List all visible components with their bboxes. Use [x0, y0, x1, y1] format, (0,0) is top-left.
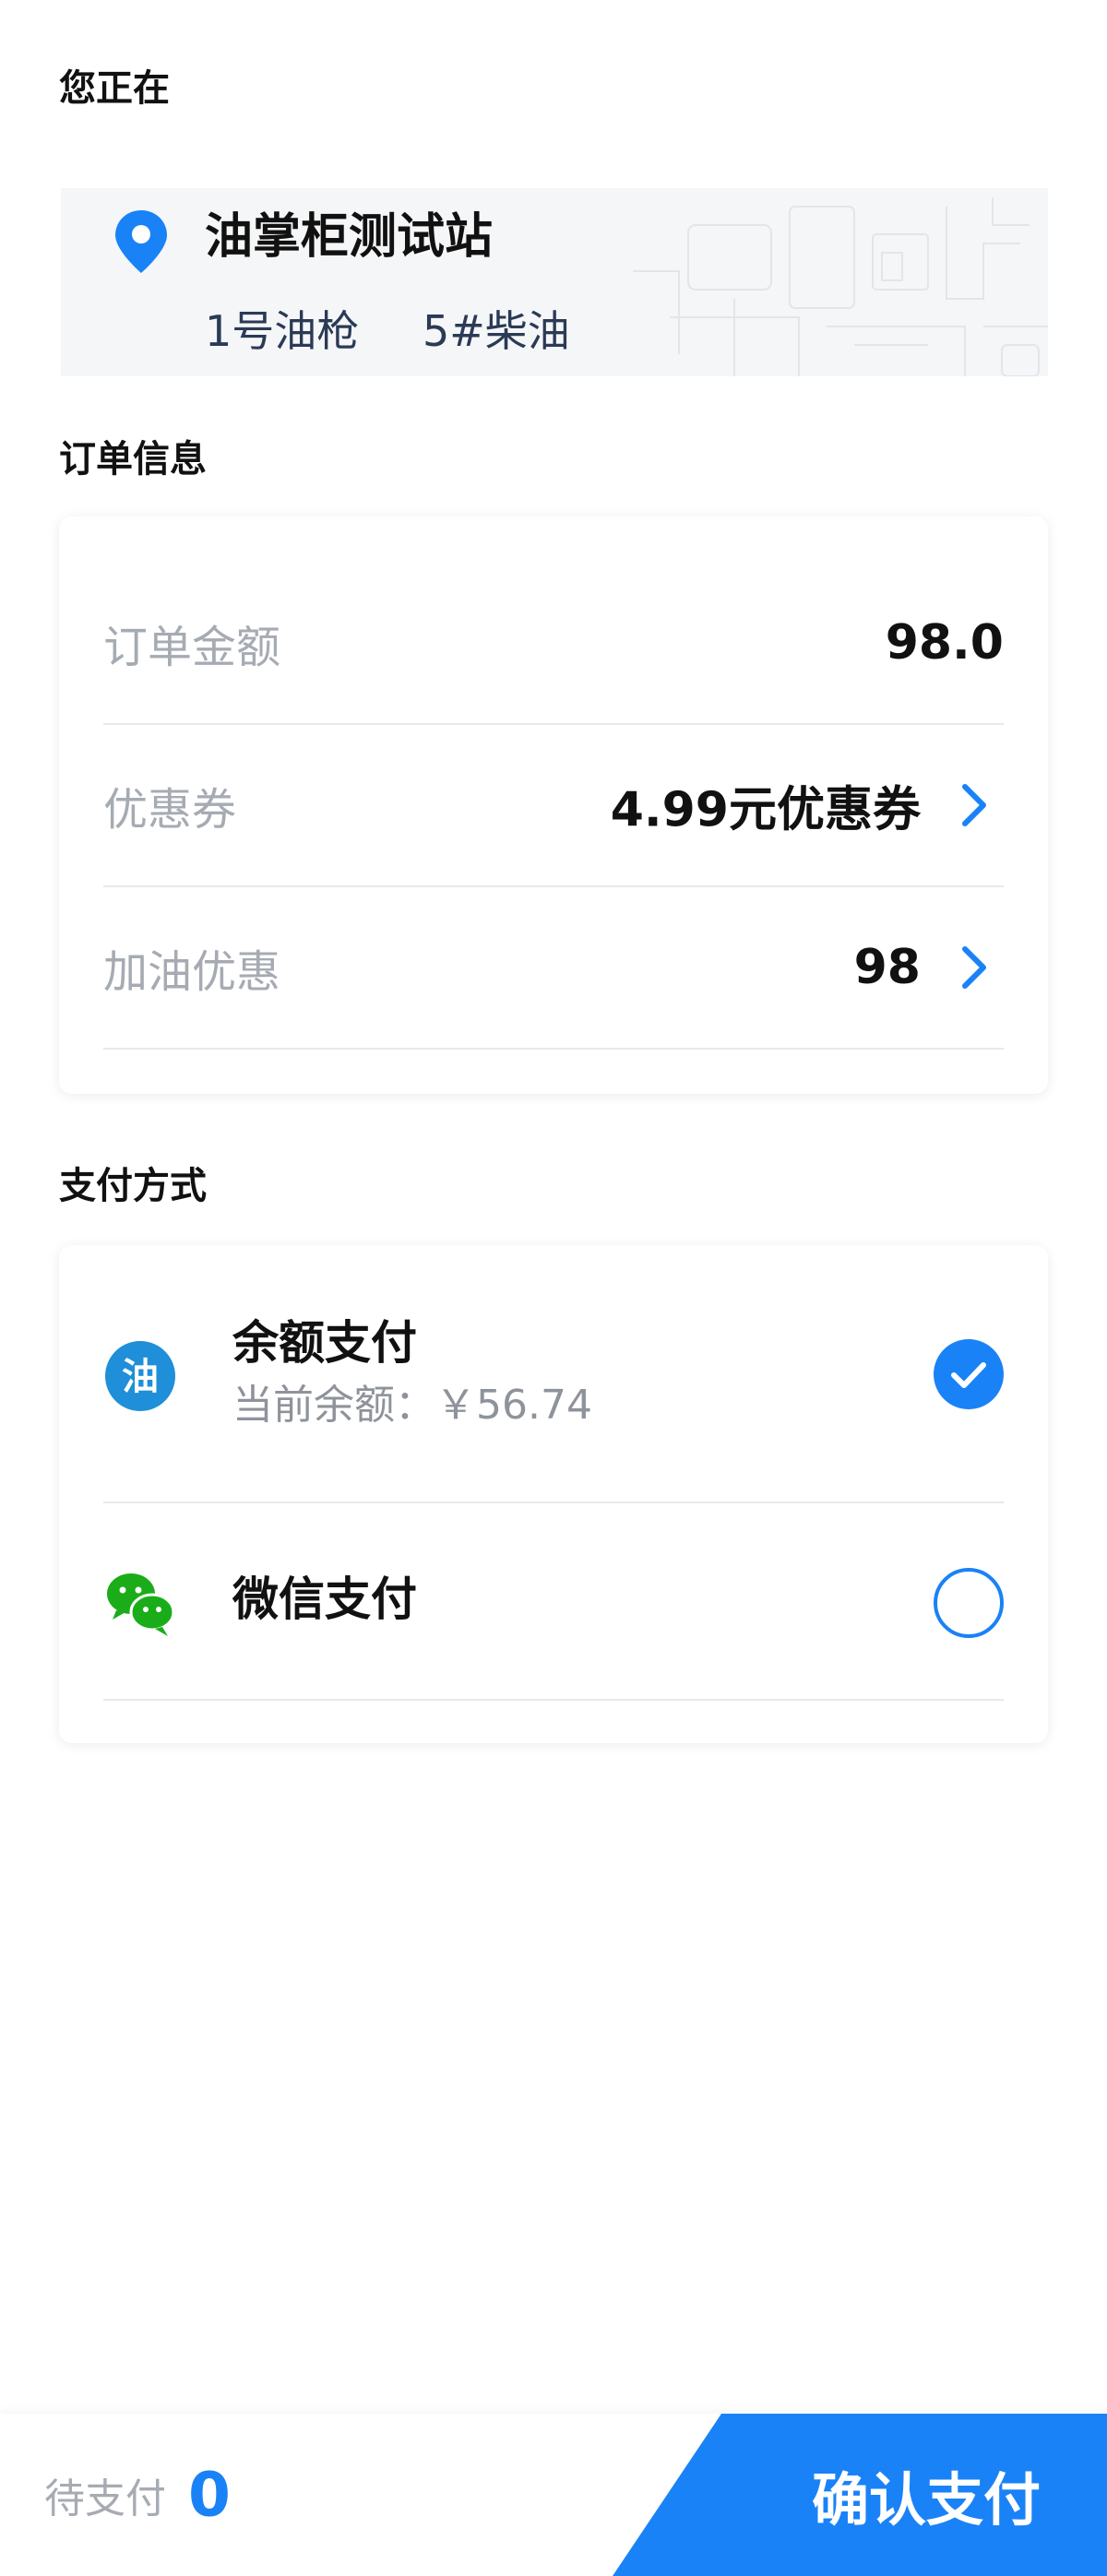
- wechat-icon: [107, 1573, 175, 1636]
- order-info-card: 订单金额 98.0 优惠券 4.99元优惠券 加油优惠 98: [59, 516, 1048, 1094]
- payment-section-title: 支付方式: [59, 1165, 207, 1207]
- order-amount-label: 订单金额: [103, 622, 281, 673]
- coupon-label: 优惠券: [103, 784, 237, 836]
- fuel-type: 5#柴油: [423, 306, 570, 356]
- confirm-pay-label: 确认支付: [811, 2469, 1041, 2533]
- balance-pay-radio[interactable]: [934, 1339, 1004, 1409]
- wechat-pay-name: 微信支付: [232, 1573, 417, 1626]
- order-section-title: 订单信息: [59, 438, 207, 481]
- confirm-pay-button[interactable]: 确认支付: [613, 2414, 1107, 2576]
- wechat-pay-radio[interactable]: [934, 1568, 1004, 1638]
- balance-pay-option[interactable]: 油 余额支付 当前余额：￥56.74: [103, 1245, 1004, 1503]
- location-section-title: 您正在: [59, 67, 170, 110]
- order-amount-value: 98.0: [885, 615, 1004, 671]
- order-amount-row: 订单金额 98.0: [103, 563, 1004, 725]
- balance-pay-name: 余额支付: [232, 1316, 417, 1370]
- fuel-discount-row[interactable]: 加油优惠 98: [103, 887, 1004, 1050]
- pending-payment-amount: 0: [188, 2459, 231, 2531]
- checkout-bar: 待支付 0 确认支付: [0, 2414, 1107, 2576]
- fuel-discount-label: 加油优惠: [103, 946, 281, 998]
- chevron-right-icon[interactable]: [958, 944, 991, 991]
- coupon-row[interactable]: 优惠券 4.99元优惠券: [103, 725, 1004, 887]
- svg-text:油: 油: [122, 1356, 159, 1398]
- station-card: 油掌柜测试站 1号油枪 5#柴油: [61, 188, 1048, 376]
- station-name: 油掌柜测试站: [205, 209, 494, 265]
- check-icon: [951, 1362, 986, 1388]
- payment-method-card: 油 余额支付 当前余额：￥56.74 微信支付: [59, 1245, 1048, 1743]
- current-balance-text: 当前余额：￥56.74: [232, 1382, 592, 1429]
- pending-payment-label: 待支付: [44, 2475, 166, 2523]
- map-background: [633, 197, 1048, 376]
- coupon-value: 4.99元优惠券: [610, 782, 921, 838]
- chevron-right-icon[interactable]: [958, 781, 991, 829]
- oil-balance-icon: 油: [105, 1341, 175, 1411]
- location-pin-icon: [115, 210, 167, 273]
- nozzle-number: 1号油枪: [205, 306, 360, 356]
- fuel-discount-value: 98: [853, 940, 921, 995]
- wechat-pay-option[interactable]: 微信支付: [103, 1503, 1004, 1701]
